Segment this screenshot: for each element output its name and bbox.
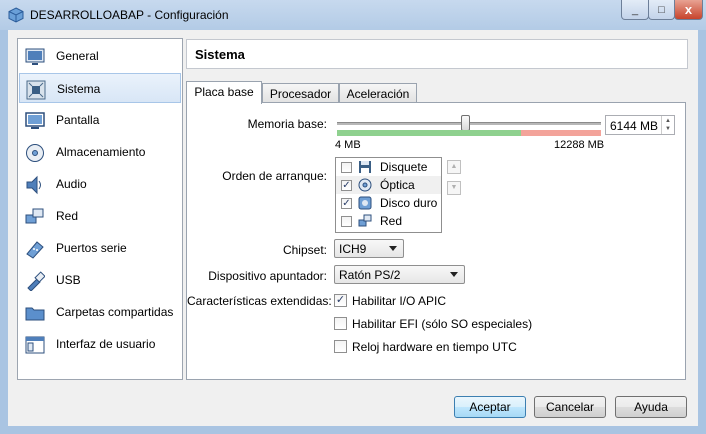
maximize-button[interactable]: □ <box>648 0 675 20</box>
close-button[interactable]: x <box>674 0 703 20</box>
boot-item-label: Óptica <box>380 178 415 192</box>
page-title: Sistema <box>195 47 245 62</box>
settings-sidebar: General Sistema Pantalla Almacenamiento … <box>17 38 183 380</box>
boot-checkbox-optica[interactable]: ✓ <box>341 180 352 191</box>
speaker-icon <box>26 175 41 195</box>
minimize-button[interactable]: _ <box>621 0 649 20</box>
boot-checkbox-disco-duro[interactable]: ✓ <box>341 198 352 209</box>
sidebar-item-label: Red <box>56 209 79 223</box>
memory-slider-ticks <box>337 130 601 136</box>
efi-label: Habilitar EFI (sólo SO especiales) <box>352 317 533 331</box>
chevron-down-icon <box>450 272 458 277</box>
efi-checkbox[interactable] <box>334 317 347 330</box>
sidebar-item-label: Interfaz de usuario <box>56 337 156 351</box>
sidebar-item-carpetas-compartidas[interactable]: Carpetas compartidas <box>19 297 181 327</box>
move-down-button[interactable]: ▼ <box>447 181 461 195</box>
chipset-select[interactable]: ICH9 <box>334 239 404 258</box>
floppy-icon <box>359 161 371 173</box>
sidebar-item-interfaz-usuario[interactable]: Interfaz de usuario <box>19 329 181 359</box>
hard-disk-icon <box>358 196 372 210</box>
pointing-device-value: Ratón PS/2 <box>339 268 401 282</box>
tab-aceleracion[interactable]: Aceleración <box>339 83 417 104</box>
boot-checkbox-red[interactable] <box>341 216 352 227</box>
sidebar-item-puertos-serie[interactable]: Puertos serie <box>19 233 181 263</box>
optical-disc-icon <box>358 178 372 192</box>
sidebar-item-sistema[interactable]: Sistema <box>19 73 181 103</box>
window-icon <box>25 336 45 354</box>
pointing-device-select[interactable]: Ratón PS/2 <box>334 265 465 284</box>
title-bar[interactable]: DESARROLLOABAP - Configuración _ □ x <box>0 0 706 30</box>
cancel-button[interactable]: Cancelar <box>534 396 606 418</box>
boot-order-list: Disquete ✓ Óptica ✓ Disco duro Red <box>335 157 442 233</box>
virtualbox-icon <box>8 7 24 23</box>
display-icon <box>25 112 45 129</box>
tab-procesador[interactable]: Procesador <box>262 83 339 104</box>
io-apic-label: Habilitar I/O APIC <box>352 294 447 308</box>
spin-arrows-icon[interactable]: ▲ ▼ <box>661 116 674 134</box>
io-apic-checkbox[interactable]: ✓ <box>334 294 347 307</box>
sidebar-item-red[interactable]: Red <box>19 201 181 231</box>
sidebar-item-label: Almacenamiento <box>56 145 146 159</box>
tab-placa-base[interactable]: Placa base <box>186 81 262 104</box>
usb-icon <box>27 271 45 291</box>
list-item[interactable]: Red <box>336 212 441 230</box>
list-item[interactable]: ✓ Disco duro <box>336 194 441 212</box>
serial-port-icon <box>26 241 44 259</box>
help-button[interactable]: Ayuda <box>615 396 687 418</box>
section-header: Sistema <box>186 39 688 69</box>
sidebar-item-pantalla[interactable]: Pantalla <box>19 105 181 135</box>
memory-max-label: 12288 MB <box>554 139 605 151</box>
sidebar-item-label: General <box>56 49 99 63</box>
memory-value: 6144 MB <box>610 119 659 133</box>
chipset-label: Chipset: <box>282 243 327 257</box>
chipset-value: ICH9 <box>339 242 367 256</box>
motherboard-icon <box>26 80 46 100</box>
folder-icon <box>25 307 45 321</box>
sidebar-item-label: Sistema <box>57 82 101 96</box>
arrow-up-icon: ▲ <box>450 163 458 170</box>
extended-features-label: Características extendidas: <box>187 294 332 308</box>
config-window: DESARROLLOABAP - Configuración _ □ x Gen… <box>0 0 706 434</box>
boot-item-label: Disquete <box>380 160 428 174</box>
sidebar-item-label: Carpetas compartidas <box>56 305 174 319</box>
sidebar-item-label: Audio <box>56 177 87 191</box>
boot-item-label: Red <box>380 214 403 228</box>
minimize-icon: _ <box>631 3 639 16</box>
boot-checkbox-disquete[interactable] <box>341 162 352 173</box>
boot-order-label: Orden de arranque: <box>222 169 327 183</box>
monitor-icon <box>25 48 45 65</box>
chevron-down-icon <box>389 246 397 251</box>
sidebar-item-label: Pantalla <box>56 113 100 127</box>
sidebar-item-usb[interactable]: USB <box>19 265 181 295</box>
disk-icon <box>26 144 44 162</box>
sidebar-item-almacenamiento[interactable]: Almacenamiento <box>19 137 181 167</box>
boot-item-label: Disco duro <box>380 196 438 210</box>
memory-label: Memoria base: <box>247 117 327 131</box>
sidebar-item-audio[interactable]: Audio <box>19 169 181 199</box>
tab-panel-placa-base: Memoria base: 4 MB 12288 MB 6144 MB ▲ ▼ O… <box>186 102 686 380</box>
list-item[interactable]: ✓ Óptica <box>336 176 441 194</box>
close-icon: x <box>684 2 693 17</box>
sidebar-item-label: USB <box>56 273 81 287</box>
utc-clock-checkbox[interactable] <box>334 340 347 353</box>
network-icon <box>25 208 44 224</box>
move-up-button[interactable]: ▲ <box>447 160 461 174</box>
list-item[interactable]: Disquete <box>336 158 441 176</box>
network-icon <box>358 214 372 227</box>
maximize-icon: □ <box>658 3 665 16</box>
pointing-device-label: Dispositivo apuntador: <box>208 269 327 283</box>
memory-spinbox[interactable]: 6144 MB ▲ ▼ <box>605 115 675 135</box>
window-title: DESARROLLOABAP - Configuración <box>30 8 229 22</box>
memory-slider-thumb[interactable] <box>461 115 470 131</box>
accept-button[interactable]: Aceptar <box>454 396 526 418</box>
sidebar-item-label: Puertos serie <box>56 241 127 255</box>
memory-min-label: 4 MB <box>335 139 361 151</box>
dialog-client: General Sistema Pantalla Almacenamiento … <box>8 30 698 426</box>
utc-clock-label: Reloj hardware en tiempo UTC <box>352 340 517 354</box>
sidebar-item-general[interactable]: General <box>19 41 181 71</box>
arrow-down-icon: ▼ <box>450 184 458 191</box>
